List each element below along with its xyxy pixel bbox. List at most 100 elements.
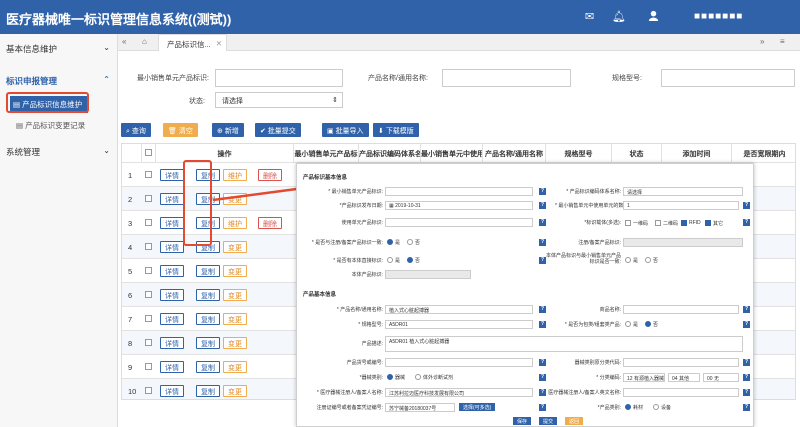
- copy-button[interactable]: 复制: [196, 385, 220, 397]
- maintain-button[interactable]: 维护: [223, 169, 247, 181]
- help-icon[interactable]: ?: [743, 404, 750, 411]
- help-icon[interactable]: ?: [539, 359, 546, 366]
- class-code-select-2[interactable]: 04 其他: [668, 373, 700, 382]
- help-icon[interactable]: ?: [743, 359, 750, 366]
- class-code-select-1[interactable]: 12 有源植入器械: [623, 373, 665, 382]
- product-type-equipment-radio[interactable]: [653, 404, 659, 410]
- min-unit-count-input[interactable]: 1: [623, 201, 739, 210]
- change-button[interactable]: 变更: [223, 241, 247, 253]
- help-icon[interactable]: ?: [539, 188, 546, 195]
- close-icon[interactable]: ✕: [216, 39, 222, 48]
- class-code-select-3[interactable]: 00 无: [703, 373, 739, 382]
- status-select[interactable]: 请选择 ⇕: [215, 92, 343, 108]
- detail-button[interactable]: 详情: [160, 241, 184, 253]
- delete-button[interactable]: 删除: [258, 169, 282, 181]
- help-icon[interactable]: ?: [539, 404, 546, 411]
- copy-button[interactable]: 复制: [196, 265, 220, 277]
- same-as-reg-yes-radio[interactable]: [387, 239, 393, 245]
- table-header-model[interactable]: 规格型号: [546, 144, 612, 162]
- table-header-coding-system[interactable]: 产品标识编码体系名: [359, 144, 421, 162]
- help-icon[interactable]: ?: [743, 219, 750, 226]
- home-icon[interactable]: ⌂: [142, 37, 147, 46]
- save-button[interactable]: 保存: [513, 417, 532, 425]
- query-button[interactable]: ⌕ 查询: [121, 123, 151, 137]
- table-header-checkbox[interactable]: [142, 144, 156, 162]
- change-button[interactable]: 变更: [223, 193, 247, 205]
- tab-next-icon[interactable]: »: [760, 37, 764, 46]
- carrier-2d-checkbox[interactable]: [655, 220, 661, 226]
- detail-button[interactable]: 详情: [160, 337, 184, 349]
- tab-menu-icon[interactable]: ≡: [780, 37, 785, 46]
- detail-button[interactable]: 详情: [160, 361, 184, 373]
- help-icon[interactable]: ?: [743, 389, 750, 396]
- change-button[interactable]: 变更: [223, 361, 247, 373]
- tab-prev-icon[interactable]: «: [122, 37, 126, 46]
- mail-icon[interactable]: ✉: [585, 10, 594, 23]
- change-button[interactable]: 变更: [223, 289, 247, 301]
- is-kit-no-radio[interactable]: [645, 321, 651, 327]
- carrier-rfid-checkbox[interactable]: [681, 220, 687, 226]
- select-reg-cert-button[interactable]: 选择(可多选): [459, 403, 496, 411]
- back-button[interactable]: 返回: [565, 417, 584, 425]
- product-name-input[interactable]: [442, 69, 571, 87]
- body-consistent-yes-radio[interactable]: [625, 257, 631, 263]
- row-checkbox[interactable]: [145, 291, 152, 298]
- help-icon[interactable]: ?: [539, 202, 546, 209]
- copy-button[interactable]: 复制: [196, 289, 220, 301]
- table-header-added-time[interactable]: 添加时间: [662, 144, 732, 162]
- table-header-grace-period[interactable]: 是否宽限期内: [732, 144, 795, 162]
- help-icon[interactable]: ?: [743, 374, 750, 381]
- delete-button[interactable]: 删除: [258, 217, 282, 229]
- carrier-1d-checkbox[interactable]: [625, 220, 631, 226]
- min-unit-id-input[interactable]: [385, 187, 533, 196]
- help-icon[interactable]: ?: [743, 306, 750, 313]
- coding-system-select[interactable]: 请选择: [623, 187, 743, 196]
- change-button[interactable]: 变更: [223, 265, 247, 277]
- detail-button[interactable]: 详情: [160, 193, 184, 205]
- detail-button[interactable]: 详情: [160, 217, 184, 229]
- bell-icon[interactable]: 🔔︎: [612, 10, 626, 23]
- row-checkbox[interactable]: [145, 387, 152, 394]
- table-header-product-name[interactable]: 产品名称/通用名称: [483, 144, 546, 162]
- release-date-input[interactable]: ▦ 2019-10-31: [385, 201, 533, 210]
- help-icon[interactable]: ?: [539, 306, 546, 313]
- detail-button[interactable]: 详情: [160, 289, 184, 301]
- body-mark-yes-radio[interactable]: [387, 257, 393, 263]
- product-type-consumable-radio[interactable]: [625, 404, 631, 410]
- submit-button[interactable]: 提交: [539, 417, 558, 425]
- reg-cert-input[interactable]: 苏宁械备20180037号: [385, 403, 455, 412]
- is-kit-yes-radio[interactable]: [625, 321, 631, 327]
- detail-button[interactable]: 详情: [160, 169, 184, 181]
- menu-icon[interactable]: ≡: [209, 9, 217, 24]
- row-checkbox[interactable]: [145, 339, 152, 346]
- row-checkbox[interactable]: [145, 267, 152, 274]
- trade-name-input[interactable]: [623, 305, 739, 314]
- registrant-input[interactable]: 江苏利拉迈医疗科技发展有限公司: [385, 388, 533, 397]
- detail-button[interactable]: 详情: [160, 313, 184, 325]
- user-icon[interactable]: [648, 10, 659, 24]
- row-checkbox[interactable]: [145, 219, 152, 226]
- maintain-button[interactable]: 维护: [223, 217, 247, 229]
- body-consistent-no-radio[interactable]: [645, 257, 651, 263]
- sidebar-group-system[interactable]: 系统管理 ⌄: [6, 146, 112, 158]
- change-button[interactable]: 变更: [223, 385, 247, 397]
- batch-import-button[interactable]: ▣ 批量导入: [322, 123, 369, 137]
- row-checkbox[interactable]: [145, 363, 152, 370]
- sidebar-group-basic-info[interactable]: 基本信息维护 ⌄: [6, 43, 112, 55]
- copy-button[interactable]: 复制: [196, 361, 220, 373]
- help-icon[interactable]: ?: [743, 202, 750, 209]
- clear-button[interactable]: 🗑︎ 清空: [163, 123, 198, 137]
- detail-button[interactable]: 详情: [160, 265, 184, 277]
- help-icon[interactable]: ?: [539, 219, 546, 226]
- table-header-min-unit[interactable]: 最小销售单元产品标: [294, 144, 359, 162]
- device-type-device-radio[interactable]: [387, 374, 393, 380]
- batch-submit-button[interactable]: ✔ 批量提交: [255, 123, 301, 137]
- product-name-input[interactable]: 植入式心脏起搏器: [385, 305, 533, 314]
- same-as-reg-no-radio[interactable]: [407, 239, 413, 245]
- original-code-input[interactable]: [623, 358, 739, 367]
- tab-product-id[interactable]: 产品标识信... ✕: [158, 34, 227, 51]
- table-header-status[interactable]: 状态: [612, 144, 662, 162]
- add-button[interactable]: ⊕ 新增: [212, 123, 244, 137]
- detail-button[interactable]: 详情: [160, 385, 184, 397]
- catalog-code-input[interactable]: [385, 358, 533, 367]
